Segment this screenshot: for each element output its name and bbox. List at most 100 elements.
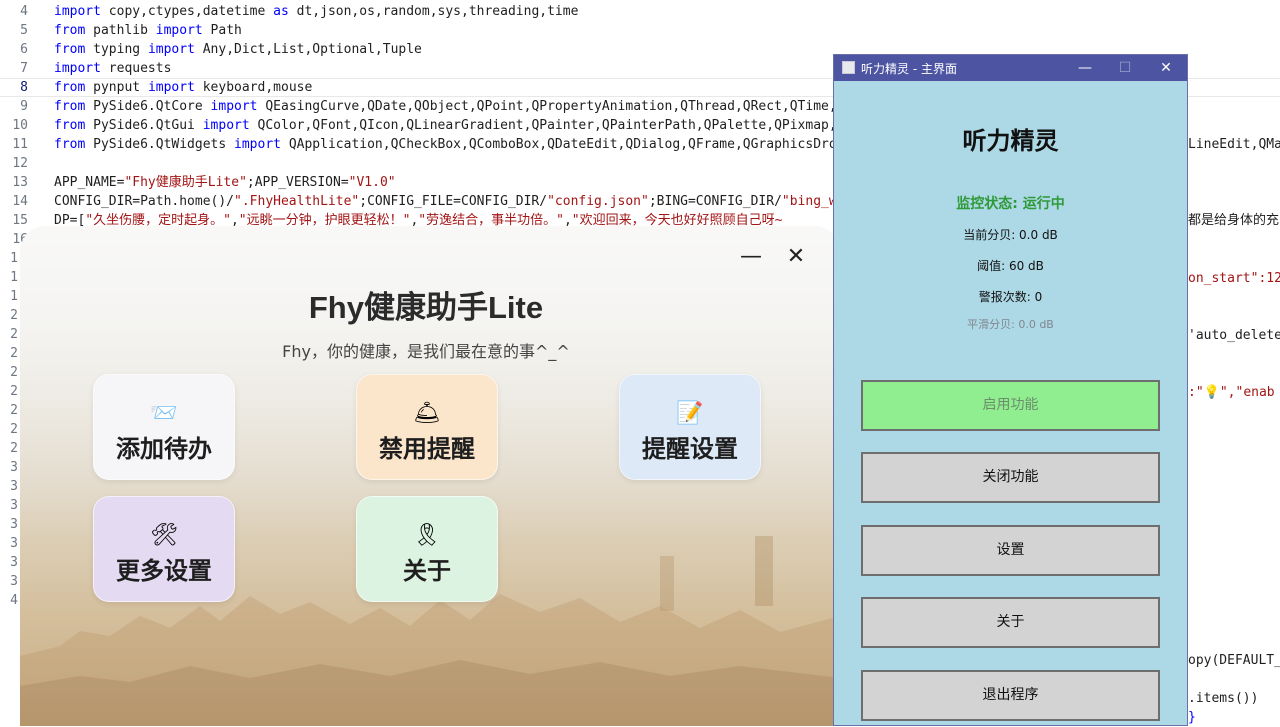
disable-button[interactable]: 关闭功能 (861, 452, 1160, 503)
code-token: "Fhy健康助手Lite" (124, 175, 247, 190)
close-button[interactable]: ✕ (781, 244, 811, 270)
exit-button[interactable]: 退出程序 (861, 670, 1160, 721)
code-token: ;CONFIG_FILE=CONFIG_DIR/ (359, 194, 548, 209)
code-token: typing (85, 42, 148, 57)
line-number: 3 (10, 498, 18, 513)
code-token: import (147, 80, 195, 95)
code-token: from (54, 80, 86, 95)
minimize-button[interactable]: — (1065, 55, 1105, 81)
code-token: CONFIG_DIR=Path.home()/ (54, 194, 235, 209)
settings-button[interactable]: 设置 (861, 525, 1160, 576)
line-number: 4 (10, 593, 18, 608)
code-token: Any,Dict,List,Optional,Tuple (194, 42, 422, 57)
line-number: 11 (12, 137, 28, 152)
current-db-label: 当前分贝: 0.0 dB (963, 228, 1058, 242)
line-number: 7 (20, 61, 28, 76)
disable-reminder-button[interactable]: 🛎 禁用提醒 (356, 374, 498, 480)
code-fragment: } (1188, 710, 1196, 725)
about-button[interactable]: 🎗 关于 (356, 496, 498, 602)
code-token: PySide6.QtCore (85, 99, 211, 114)
reminder-settings-button[interactable]: 📝 提醒设置 (619, 374, 761, 480)
line-number: 1 (10, 270, 18, 285)
code-text: APP_NAME="Fhy健康助手Lite";APP_VERSION="V1.0… (54, 173, 396, 192)
line-number: 3 (10, 479, 18, 494)
code-text: from pathlib import Path (54, 21, 242, 40)
smooth-db-label: 平滑分贝: 0.0 dB (967, 318, 1054, 331)
monitor-status: 监控状态: 运行中 (956, 196, 1065, 212)
code-text: import requests (54, 59, 171, 78)
tools-icon: 🛠 (150, 523, 178, 548)
line-number: 3 (10, 460, 18, 475)
code-token: Path (202, 23, 242, 38)
line-number: 2 (10, 308, 18, 323)
code-token: from (54, 99, 86, 114)
code-token: import (54, 61, 101, 76)
line-number: 13 (12, 175, 28, 190)
code-token: ;BING=CONFIG_DIR/ (648, 194, 782, 209)
code-text: CONFIG_DIR=Path.home()/".FhyHealthLite";… (54, 192, 845, 211)
about-button[interactable]: 关于 (861, 597, 1160, 648)
app-heading: 听力精灵 (962, 127, 1059, 155)
line-number: 3 (10, 574, 18, 589)
app-subtitle: Fhy，你的健康，是我们最在意的事^_^ (282, 342, 570, 361)
code-token: import (210, 99, 258, 114)
line-number: 2 (10, 422, 18, 437)
code-text: from pynput import keyboard,mouse (54, 79, 312, 96)
line-number: 6 (20, 42, 28, 57)
line-number: 10 (12, 118, 28, 133)
line-number: 12 (12, 156, 28, 171)
code-token: QColor,QFont,QIcon,QLinearGradient,QPain… (249, 118, 845, 133)
more-settings-button[interactable]: 🛠 更多设置 (93, 496, 235, 602)
code-token: requests (100, 61, 172, 76)
alarm-count-label: 警报次数: 0 (978, 290, 1043, 304)
window-titlebar[interactable]: 听力精灵 - 主界面 — ☐ ✕ (834, 55, 1187, 81)
code-token: "V1.0" (348, 175, 396, 190)
code-token: import (155, 23, 203, 38)
code-line: 5 from pathlib import Path (0, 21, 1280, 40)
code-token: import (202, 118, 250, 133)
code-token: dt,json,os,random,sys,threading,time (288, 4, 579, 19)
code-token: PySide6.QtGui (85, 118, 203, 133)
add-todo-button[interactable]: 📨 添加待办 (93, 374, 235, 480)
app-title: Fhy健康助手Lite (308, 290, 544, 325)
line-number: 1 (10, 289, 18, 304)
code-token: APP_NAME= (54, 175, 125, 190)
code-token: from (54, 118, 86, 133)
maximize-button[interactable]: ☐ (1105, 55, 1145, 81)
line-number: 9 (20, 99, 28, 114)
code-text: from PySide6.QtCore import QEasingCurve,… (54, 97, 845, 116)
memo-icon: 📝 (676, 401, 704, 426)
code-fragment: :"💡","enab (1188, 383, 1275, 402)
code-fragment: 都是给身体的充 (1188, 213, 1280, 228)
code-token: from (54, 23, 86, 38)
code-text: from typing import Any,Dict,List,Optiona… (54, 40, 422, 59)
tile-label: 添加待办 (116, 435, 212, 463)
tile-label: 更多设置 (116, 557, 212, 585)
threshold-label: 阈值: 60 dB (977, 259, 1044, 273)
line-number: 8 (20, 80, 28, 95)
code-token: from (54, 137, 86, 152)
enable-button[interactable]: 启用功能 (861, 380, 1160, 431)
code-token: QApplication,QCheckBox,QComboBox,QDateEd… (281, 137, 845, 152)
window-title: 听力精灵 - 主界面 (861, 62, 957, 76)
code-text: from PySide6.QtWidgets import QApplicati… (54, 135, 845, 154)
code-token: PySide6.QtWidgets (85, 137, 235, 152)
tile-label: 提醒设置 (642, 435, 738, 463)
code-text: from PySide6.QtGui import QColor,QFont,Q… (54, 116, 845, 135)
line-number: 2 (10, 403, 18, 418)
line-number: 3 (10, 555, 18, 570)
code-token: import (234, 137, 281, 152)
minimize-button[interactable]: — (736, 244, 766, 270)
line-number: 2 (10, 441, 18, 456)
code-token: copy,ctypes,datetime (100, 4, 274, 19)
code-token: ".FhyHealthLite" (234, 194, 360, 209)
code-text: import copy,ctypes,datetime as dt,json,o… (54, 2, 578, 21)
code-token: keyboard,mouse (194, 80, 313, 95)
code-fragment: 'auto_delete' (1188, 328, 1280, 343)
code-line: 4 import copy,ctypes,datetime as dt,json,… (0, 2, 1280, 21)
close-button[interactable]: ✕ (1146, 55, 1186, 81)
line-number: 5 (20, 23, 28, 38)
tile-label: 禁用提醒 (379, 435, 475, 463)
tingli-window: 听力精灵 - 主界面 — ☐ ✕ 听力精灵 监控状态: 运行中 当前分贝: 0.… (833, 54, 1188, 726)
app-icon (842, 61, 855, 74)
